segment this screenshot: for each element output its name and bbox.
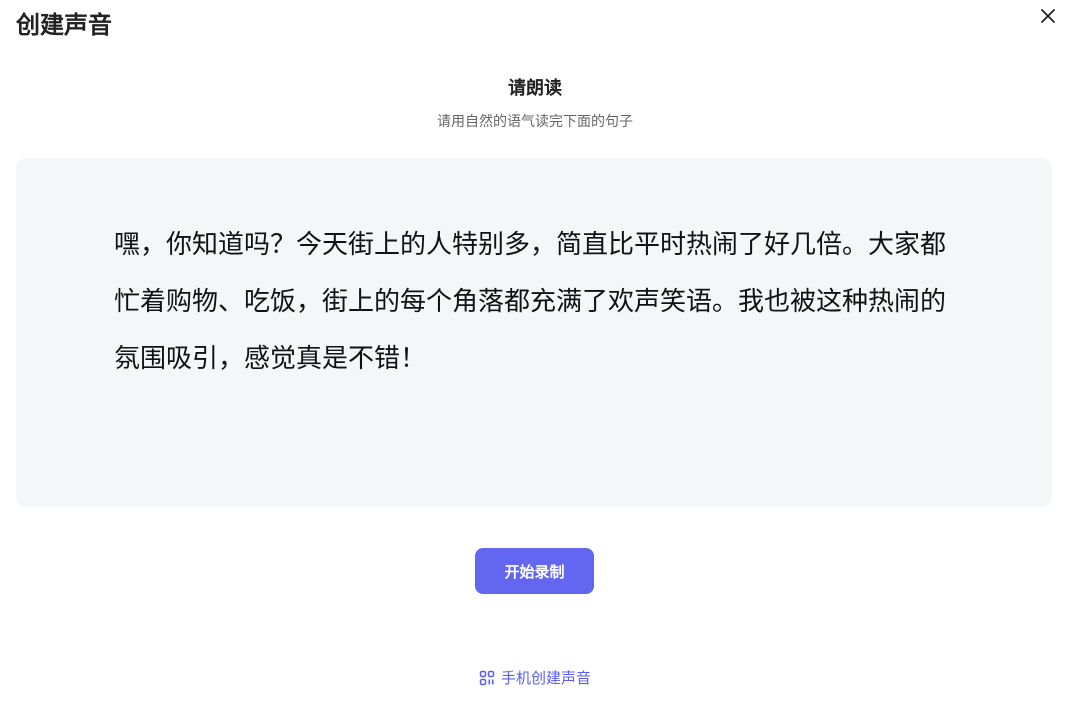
prompt-heading: 请朗读 <box>508 78 562 99</box>
reading-text: 嘿，你知道吗？今天街上的人特别多，简直比平时热闹了好几倍。大家都忙着购物、吃饭，… <box>114 230 947 374</box>
phone-link-label: 手机创建声音 <box>500 669 591 687</box>
qr-code-icon <box>479 670 495 686</box>
reading-text-card: 嘿，你知道吗？今天街上的人特别多，简直比平时热闹了好几倍。大家都忙着购物、吃饭，… <box>16 158 1052 507</box>
dialog-title: 创建声音 <box>16 11 112 39</box>
prompt-subheading: 请用自然的语气读完下面的句子 <box>437 114 633 130</box>
create-voice-on-phone-link[interactable]: 手机创建声音 <box>0 667 1070 689</box>
close-icon <box>1041 9 1055 23</box>
start-recording-button[interactable]: 开始录制 <box>475 548 594 594</box>
close-button[interactable] <box>1036 4 1060 28</box>
create-voice-dialog: 创建声音 请朗读 请用自然的语气读完下面的句子 嘿，你知道吗？今天街上的人特别多… <box>0 0 1080 706</box>
